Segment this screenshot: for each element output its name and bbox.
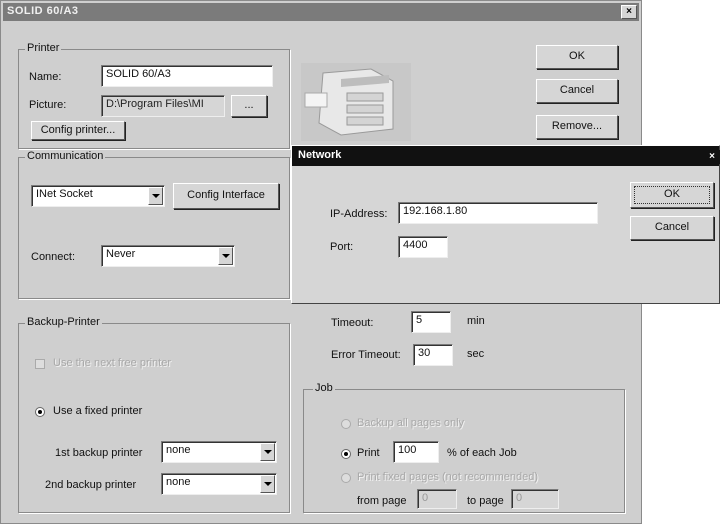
communication-group-label: Communication [25,150,106,162]
use-next-free-printer-label: Use the next free printer [53,357,172,369]
network-title-bar: Network [292,146,719,166]
config-interface-button[interactable]: Config Interface [173,183,279,209]
network-dialog: Network × IP-Address: 192.168.1.80 Port:… [291,145,720,304]
use-fixed-printer-label: Use a fixed printer [53,405,143,417]
second-backup-label: 2nd backup printer [45,479,137,491]
job-group-label: Job [313,382,335,394]
communication-group [18,157,290,299]
name-label: Name: [29,71,62,83]
network-cancel-button[interactable]: Cancel [630,216,714,240]
interface-select-value: INet Socket [36,188,93,200]
error-timeout-field[interactable]: 30 [413,344,453,366]
backup-printer-group-label: Backup-Printer [25,316,102,328]
title-bar: SOLID 60/A3 [3,3,639,21]
printer-group-label: Printer [25,42,62,54]
print-percent-suffix: % of each Job [447,447,517,459]
network-ok-button[interactable]: OK [630,182,714,208]
print-percent-radio[interactable] [341,449,351,459]
second-backup-value: none [166,476,191,488]
print-fixed-pages-radio[interactable] [341,473,351,483]
connect-label: Connect: [31,251,76,263]
print-fixed-pages-label: Print fixed pages (not recommended) [357,471,538,483]
from-page-label: from page [357,495,407,507]
close-icon[interactable]: × [621,5,637,19]
ip-address-field[interactable]: 192.168.1.80 [398,202,598,224]
to-page-field[interactable]: 0 [511,489,559,509]
print-percent-field[interactable]: 100 [393,441,439,463]
error-timeout-label: Error Timeout: [331,349,401,361]
cancel-button[interactable]: Cancel [536,79,618,103]
network-title: Network [298,149,342,161]
dropdown-arrow-icon[interactable] [260,475,275,493]
dropdown-arrow-icon[interactable] [148,187,163,205]
dropdown-arrow-icon[interactable] [218,247,233,265]
timeout-field[interactable]: 5 [411,311,451,333]
error-timeout-unit: sec [467,348,485,360]
picture-label: Picture: [29,99,67,111]
close-icon[interactable]: × [704,150,720,164]
first-backup-label: 1st backup printer [55,447,143,459]
connect-select[interactable]: Never [101,245,235,267]
second-backup-select[interactable]: none [161,473,277,495]
port-field[interactable]: 4400 [398,236,448,258]
timeout-label: Timeout: [331,317,374,329]
from-page-field[interactable]: 0 [417,489,457,509]
interface-select[interactable]: INet Socket [31,185,165,207]
ip-address-label: IP-Address: [330,208,388,220]
backup-all-pages-label: Backup all pages only [357,417,465,429]
first-backup-select[interactable]: none [161,441,277,463]
dropdown-arrow-icon[interactable] [260,443,275,461]
to-page-label: to page [467,495,504,507]
use-next-free-printer-checkbox[interactable] [35,359,45,369]
ok-button[interactable]: OK [536,45,618,69]
timeout-unit: min [467,315,485,327]
backup-all-pages-radio[interactable] [341,419,351,429]
config-printer-button[interactable]: Config printer... [31,121,125,140]
port-label: Port: [330,241,354,253]
printer-image [301,63,411,141]
browse-button[interactable]: ... [231,95,267,117]
name-field[interactable]: SOLID 60/A3 [101,65,273,87]
remove-button[interactable]: Remove... [536,115,618,139]
connect-select-value: Never [106,248,136,260]
print-label: Print [357,447,380,459]
first-backup-value: none [166,444,191,456]
picture-path-field[interactable]: D:\Program Files\MI [101,95,225,117]
use-fixed-printer-radio[interactable] [35,407,45,417]
dialog-title: SOLID 60/A3 [7,5,79,17]
